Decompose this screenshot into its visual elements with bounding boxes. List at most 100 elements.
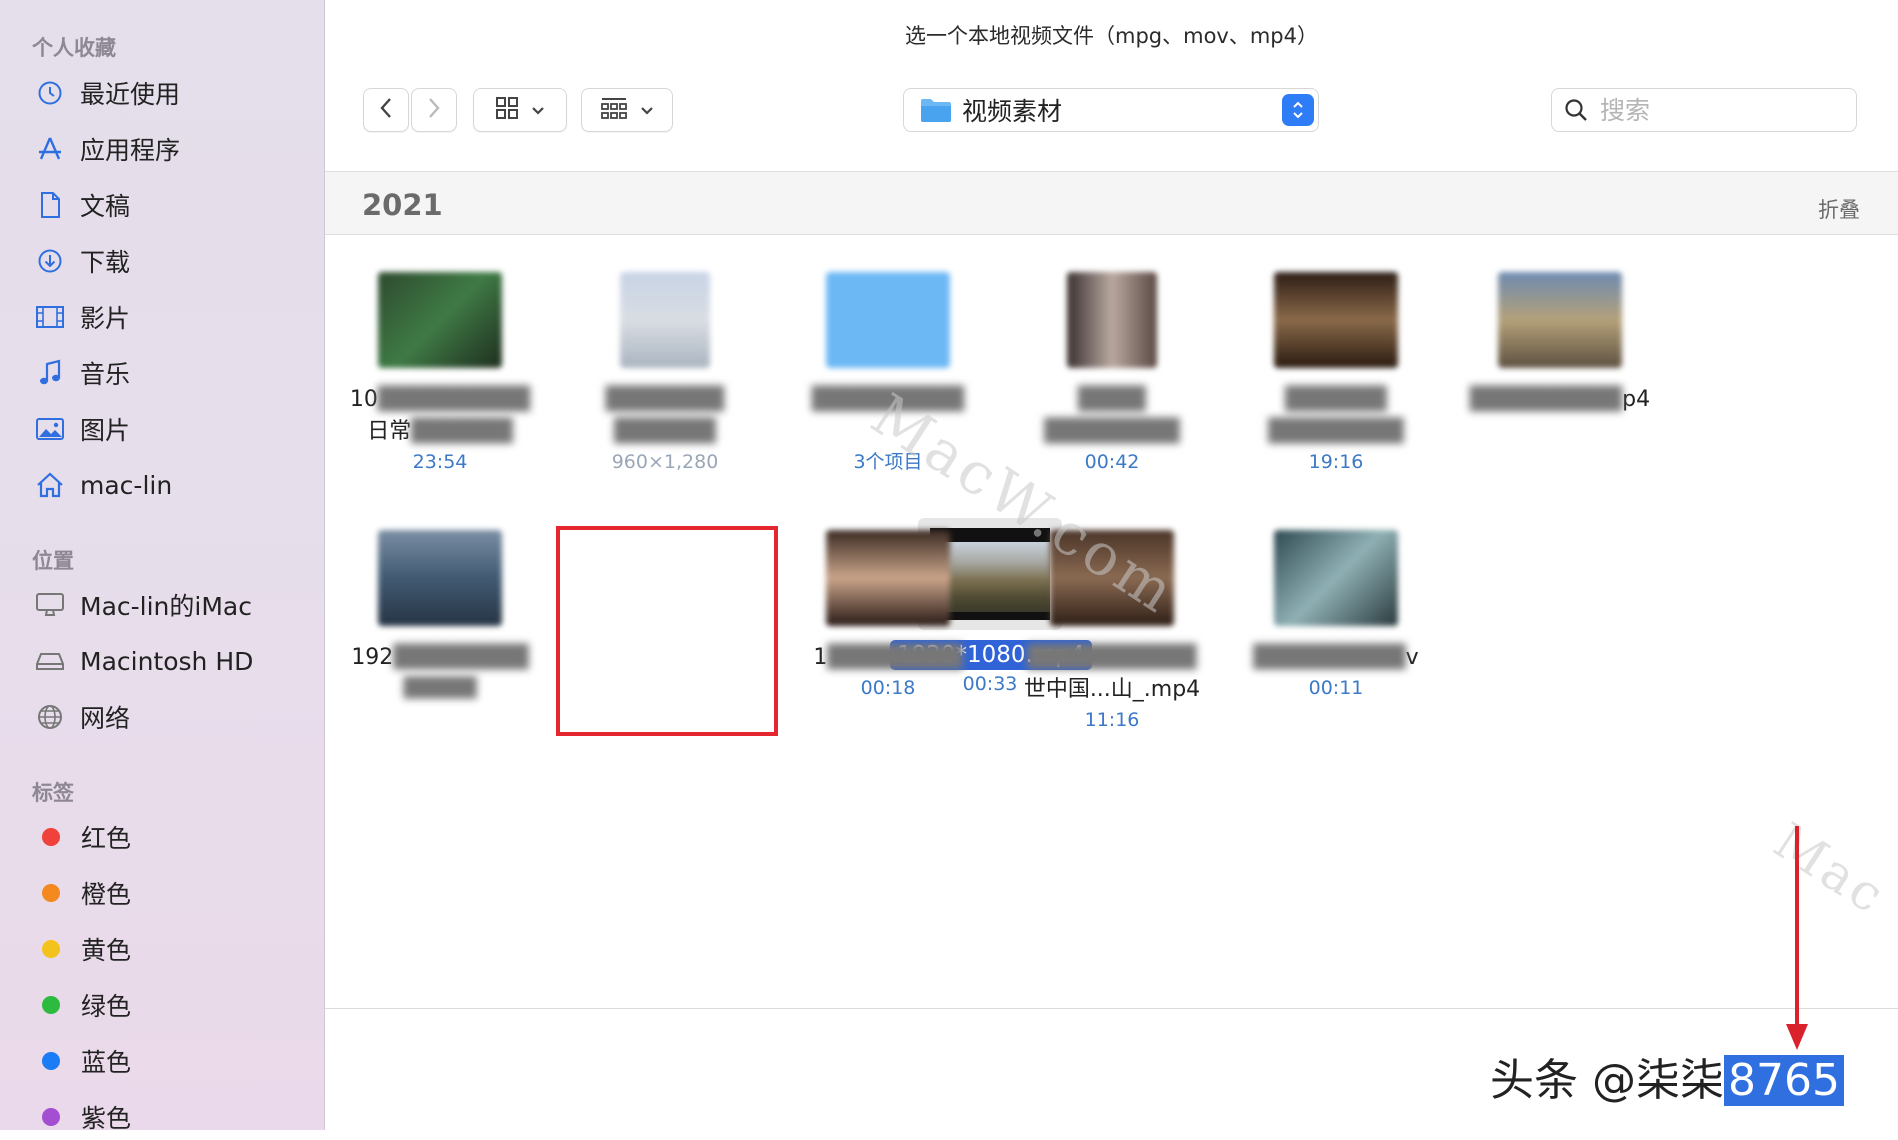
chevron-down-icon xyxy=(531,101,545,120)
footer-divider xyxy=(325,1008,1898,1009)
tag-dot xyxy=(42,1108,60,1126)
sidebar-item-label: Macintosh HD xyxy=(80,646,254,676)
view-mode-button[interactable] xyxy=(473,88,567,132)
search-field[interactable] xyxy=(1551,88,1857,132)
search-input[interactable] xyxy=(1598,94,1832,126)
red-arrow-annotation xyxy=(1795,826,1799,1026)
document-icon xyxy=(34,189,66,221)
collapse-button[interactable]: 折叠 xyxy=(1818,194,1860,224)
image-thumbnail xyxy=(620,272,710,368)
file-duration: 19:16 xyxy=(1308,451,1364,473)
tag-label: 蓝色 xyxy=(81,1048,132,1077)
sidebar-item-home[interactable]: mac-lin xyxy=(34,462,172,508)
selection-highlight-annotation xyxy=(556,526,778,736)
file-item[interactable]: 10█████████ 日常██████ 23:54 xyxy=(340,272,540,476)
sidebar-item-label: 图片 xyxy=(80,416,131,445)
tag-blue[interactable]: 蓝色 xyxy=(34,1038,131,1084)
tag-dot xyxy=(42,884,60,902)
sidebar-item-network[interactable]: 网络 xyxy=(34,694,130,740)
location-popup[interactable]: 视频素材 xyxy=(903,88,1319,132)
file-name: ██████████ 世中国...山_.mp4 xyxy=(1023,645,1201,702)
favorites-header: 个人收藏 xyxy=(32,36,116,60)
photo-icon xyxy=(34,413,66,445)
group-grid-icon xyxy=(600,96,628,124)
file-name: ██████ ████████ xyxy=(1268,387,1404,444)
video-thumbnail xyxy=(826,530,950,626)
sidebar-item-label: 下载 xyxy=(80,248,131,277)
video-thumbnail xyxy=(1274,530,1398,626)
updown-chevron-icon xyxy=(1282,94,1314,126)
file-duration: 00:11 xyxy=(1308,677,1364,699)
group-by-button[interactable] xyxy=(581,88,673,132)
forward-button[interactable] xyxy=(411,88,457,132)
sidebar-item-label: 影片 xyxy=(80,304,131,333)
file-name: 1████████ xyxy=(813,645,963,670)
sidebar-item-movies[interactable]: 影片 xyxy=(34,294,130,340)
file-item[interactable]: 1████████ 00:18 xyxy=(788,530,988,702)
file-name: █████████p4 xyxy=(1469,387,1651,412)
chevron-left-icon xyxy=(379,97,393,123)
file-item[interactable]: █████████p4 xyxy=(1460,272,1660,448)
file-name: █████████v xyxy=(1253,645,1419,670)
group-divider xyxy=(325,234,1898,235)
sidebar: 个人收藏 最近使用 应用程序 文稿 下载 影片 音乐 图片 mac-lin 位置… xyxy=(0,0,325,1133)
file-item[interactable]: ██████ ████████ 19:16 xyxy=(1236,272,1436,476)
computer-icon xyxy=(34,589,66,621)
folder-icon xyxy=(920,97,952,123)
tags-header: 标签 xyxy=(32,781,74,805)
file-name: ████ ████████ xyxy=(1044,387,1180,444)
file-item[interactable]: 192████████ █████ xyxy=(340,530,540,702)
file-item[interactable]: ███████ ██████ 960×1,280 xyxy=(565,272,765,476)
disk-icon xyxy=(34,645,66,677)
file-duration: 23:54 xyxy=(412,451,468,473)
folder-icon xyxy=(826,272,950,368)
sidebar-item-label: mac-lin xyxy=(80,470,173,500)
chevron-right-icon xyxy=(427,97,441,123)
group-header: 2021 折叠 xyxy=(325,172,1898,234)
file-duration: 00:42 xyxy=(1084,451,1140,473)
tag-label: 绿色 xyxy=(81,992,132,1021)
video-thumbnail xyxy=(1274,272,1398,368)
file-duration: 00:18 xyxy=(860,677,916,699)
tag-red[interactable]: 红色 xyxy=(34,814,131,860)
video-thumbnail xyxy=(1498,272,1622,368)
sidebar-item-downloads[interactable]: 下载 xyxy=(34,238,130,284)
sidebar-item-label: 文稿 xyxy=(80,192,131,221)
file-duration: 11:16 xyxy=(1084,709,1140,731)
sidebar-item-documents[interactable]: 文稿 xyxy=(34,182,130,228)
globe-icon xyxy=(34,701,66,733)
sidebar-item-macintosh-hd[interactable]: Macintosh HD xyxy=(34,638,253,684)
apps-icon xyxy=(34,133,66,165)
sidebar-item-label: Mac-lin的iMac xyxy=(80,592,252,621)
back-button[interactable] xyxy=(363,88,409,132)
file-item[interactable]: ████ ████████ 00:42 xyxy=(1012,272,1212,476)
sidebar-item-music[interactable]: 音乐 xyxy=(34,350,130,396)
location-label: 视频素材 xyxy=(962,97,1063,126)
tag-purple[interactable]: 紫色 xyxy=(34,1094,131,1140)
download-icon xyxy=(34,245,66,277)
sidebar-item-imac[interactable]: Mac-lin的iMac xyxy=(34,582,252,628)
film-icon xyxy=(34,301,66,333)
sidebar-item-label: 网络 xyxy=(80,704,131,733)
tag-label: 黄色 xyxy=(81,936,132,965)
video-thumbnail xyxy=(1067,272,1157,368)
file-dimensions: 960×1,280 xyxy=(611,451,719,473)
tag-dot xyxy=(42,1052,60,1070)
window-title: 选一个本地视频文件（mpg、mov、mp4） xyxy=(905,24,1318,48)
file-name: 10█████████ 日常██████ xyxy=(349,387,531,444)
tag-label: 红色 xyxy=(81,824,132,853)
tag-orange[interactable]: 橙色 xyxy=(34,870,131,916)
tag-dot xyxy=(42,940,60,958)
sidebar-item-applications[interactable]: 应用程序 xyxy=(34,126,180,172)
music-icon xyxy=(34,357,66,389)
tag-yellow[interactable]: 黄色 xyxy=(34,926,131,972)
tag-dot xyxy=(42,996,60,1014)
tag-dot xyxy=(42,828,60,846)
sidebar-item-pictures[interactable]: 图片 xyxy=(34,406,130,452)
sidebar-item-recents[interactable]: 最近使用 xyxy=(34,70,180,116)
tag-green[interactable]: 绿色 xyxy=(34,982,131,1028)
sidebar-item-label: 音乐 xyxy=(80,360,131,389)
file-item[interactable]: █████████v 00:11 xyxy=(1236,530,1436,702)
tag-label: 橙色 xyxy=(81,880,132,909)
home-icon xyxy=(34,469,66,501)
